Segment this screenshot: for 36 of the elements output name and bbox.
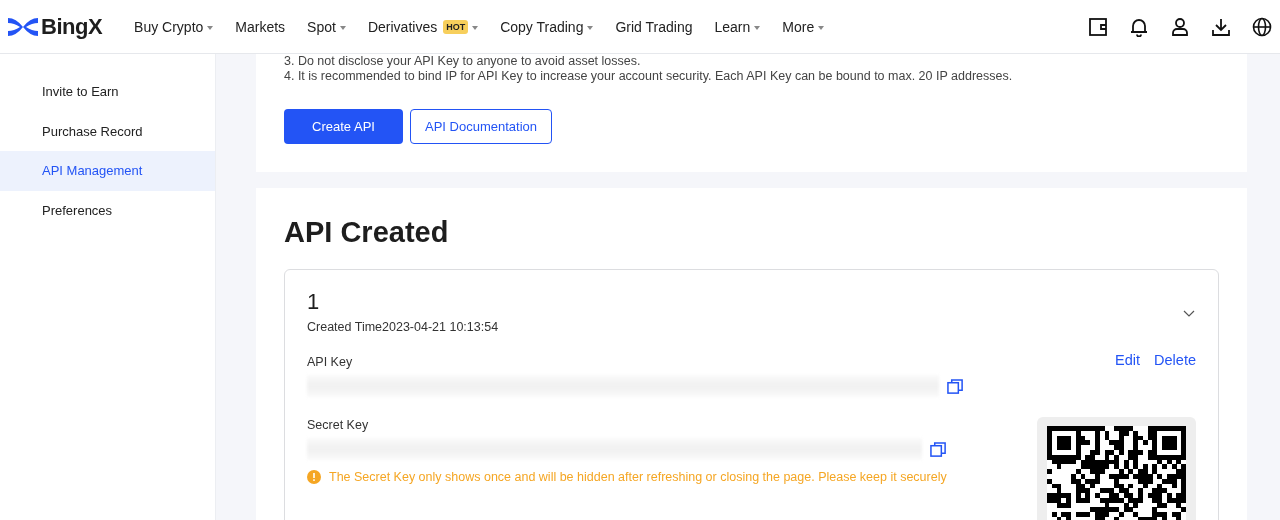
sidebar-item[interactable]: Preferences [0,190,215,230]
sidebar-item[interactable]: API Management [0,151,215,191]
nav-item[interactable]: Copy Trading [500,18,594,35]
nav-item[interactable]: Derivatives HOT [367,18,479,35]
action-link[interactable]: Delete [1154,352,1196,368]
bell-icon[interactable] [1129,16,1149,37]
entry-number: 1 [307,288,321,316]
user-icon[interactable] [1170,16,1190,37]
hot-badge: HOT [443,19,469,34]
nav-item[interactable]: Grid Trading [615,18,693,35]
chevron-icon[interactable] [1183,310,1195,318]
nav-item[interactable]: Spot [307,18,346,35]
note-text: 4. It is recommended to bind IP for API Key to increase your account security. Each API Key can be bound to max. 20 IP addresses. [284,69,1014,84]
wallet-icon[interactable] [1088,16,1108,37]
nav-item[interactable]: Buy Crypto [134,18,214,35]
action-link[interactable]: Edit [1115,352,1141,368]
documentation-button[interactable]: API Documentation [410,109,552,144]
created-time: Created Time2023-04-21 10:13:54 [307,320,500,334]
field-label: API Key [307,355,354,369]
section-title: API Created [284,216,450,249]
logo-icon[interactable] [8,15,38,38]
copy-icon[interactable] [947,377,964,395]
sidebar-item[interactable]: Purchase Record [0,111,215,151]
create-api-button[interactable]: Create API [284,109,403,144]
field-label: Secret Key [307,418,370,432]
sidebar-item[interactable]: Invite to Earn [0,72,215,112]
download-icon[interactable] [1211,16,1231,37]
nav-item[interactable]: More [782,18,825,35]
logo-text[interactable]: BingX [41,13,103,40]
copy-icon[interactable] [930,440,947,458]
note-text: 3. Do not disclose your API Key to anyone to avoid asset losses. [284,54,642,69]
globe-icon[interactable] [1252,16,1272,37]
nav-item[interactable]: Learn [714,18,761,35]
nav-item[interactable]: Markets [235,18,286,35]
warning-icon [307,470,321,484]
warning-text: The Secret Key only shows once and will be hidden after refreshing or closing the page. Please keep it securely [329,470,947,484]
